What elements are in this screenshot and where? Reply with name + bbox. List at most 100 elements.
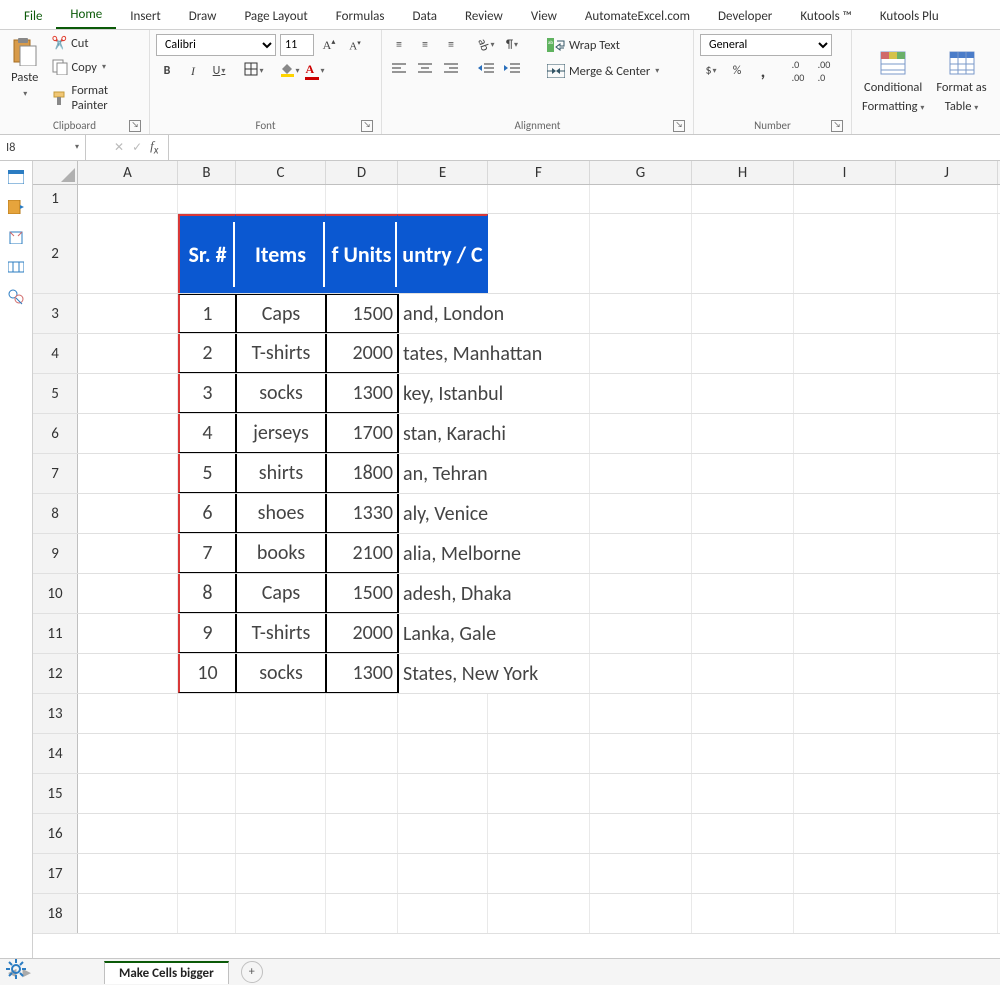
cell-E5[interactable]: key, Istanbul bbox=[398, 374, 488, 413]
cell-H3[interactable] bbox=[692, 294, 794, 333]
cell-B4[interactable]: 2 bbox=[178, 334, 236, 373]
align-right-button[interactable] bbox=[440, 60, 462, 82]
cell-D11[interactable]: 2000 bbox=[326, 614, 398, 653]
cell-D12[interactable]: 1300 bbox=[326, 654, 398, 693]
col-header-F[interactable]: F bbox=[488, 161, 590, 184]
cell-F15[interactable] bbox=[488, 774, 590, 813]
row-header-1[interactable]: 1 bbox=[33, 185, 78, 213]
cell-A10[interactable] bbox=[78, 574, 178, 613]
cell-C1[interactable] bbox=[236, 185, 326, 213]
dialog-launcher-icon[interactable]: ↘ bbox=[673, 120, 685, 132]
cell-I11[interactable] bbox=[794, 614, 896, 653]
cell-I2[interactable] bbox=[794, 214, 896, 293]
cell-J12[interactable] bbox=[896, 654, 998, 693]
cell-D6[interactable]: 1700 bbox=[326, 414, 398, 453]
row-header-15[interactable]: 15 bbox=[33, 774, 78, 813]
cell-C4[interactable]: T-shirts bbox=[236, 334, 326, 373]
util-icon-5[interactable] bbox=[7, 289, 25, 305]
tab-home[interactable]: Home bbox=[56, 1, 116, 29]
dialog-launcher-icon[interactable]: ↘ bbox=[361, 120, 373, 132]
col-header-G[interactable]: G bbox=[590, 161, 692, 184]
cell-F16[interactable] bbox=[488, 814, 590, 853]
align-bottom-button[interactable]: ≡ bbox=[440, 34, 462, 56]
row-header-17[interactable]: 17 bbox=[33, 854, 78, 893]
row-header-5[interactable]: 5 bbox=[33, 374, 78, 413]
cell-H6[interactable] bbox=[692, 414, 794, 453]
cell-B13[interactable] bbox=[178, 694, 236, 733]
cell-G1[interactable] bbox=[590, 185, 692, 213]
tab-file[interactable]: File bbox=[10, 3, 56, 29]
cell-J14[interactable] bbox=[896, 734, 998, 773]
cell-E2[interactable]: untry / C bbox=[398, 214, 488, 293]
cell-B8[interactable]: 6 bbox=[178, 494, 236, 533]
cell-J5[interactable] bbox=[896, 374, 998, 413]
cell-B1[interactable] bbox=[178, 185, 236, 213]
cell-C2[interactable]: Items bbox=[236, 214, 326, 293]
cell-J4[interactable] bbox=[896, 334, 998, 373]
cell-A5[interactable] bbox=[78, 374, 178, 413]
cell-D2[interactable]: f Units bbox=[326, 214, 398, 293]
util-icon-1[interactable] bbox=[7, 169, 25, 185]
cell-G15[interactable] bbox=[590, 774, 692, 813]
cell-A17[interactable] bbox=[78, 854, 178, 893]
enter-formula-icon[interactable]: ✓ bbox=[132, 140, 142, 155]
cell-J1[interactable] bbox=[896, 185, 998, 213]
cell-A18[interactable] bbox=[78, 894, 178, 933]
cell-H7[interactable] bbox=[692, 454, 794, 493]
cell-J18[interactable] bbox=[896, 894, 998, 933]
cell-G5[interactable] bbox=[590, 374, 692, 413]
cell-H16[interactable] bbox=[692, 814, 794, 853]
cell-F8[interactable] bbox=[488, 494, 590, 533]
cell-A2[interactable] bbox=[78, 214, 178, 293]
cell-I7[interactable] bbox=[794, 454, 896, 493]
font-color-button[interactable]: A▾ bbox=[304, 60, 326, 82]
util-icon-3[interactable] bbox=[7, 229, 25, 245]
cell-G3[interactable] bbox=[590, 294, 692, 333]
cut-button[interactable]: ✂️Cut bbox=[48, 34, 143, 53]
number-format-select[interactable]: General bbox=[700, 34, 832, 56]
cell-G13[interactable] bbox=[590, 694, 692, 733]
cell-B15[interactable] bbox=[178, 774, 236, 813]
cell-I10[interactable] bbox=[794, 574, 896, 613]
borders-button[interactable]: ▾ bbox=[243, 60, 265, 82]
dialog-launcher-icon[interactable]: ↘ bbox=[831, 120, 843, 132]
cell-I4[interactable] bbox=[794, 334, 896, 373]
cell-H15[interactable] bbox=[692, 774, 794, 813]
cell-G9[interactable] bbox=[590, 534, 692, 573]
cell-B17[interactable] bbox=[178, 854, 236, 893]
cell-G10[interactable] bbox=[590, 574, 692, 613]
cell-D10[interactable]: 1500 bbox=[326, 574, 398, 613]
cell-B2[interactable]: Sr. # bbox=[178, 214, 236, 293]
util-icon-2[interactable] bbox=[7, 199, 25, 215]
cell-F13[interactable] bbox=[488, 694, 590, 733]
col-header-C[interactable]: C bbox=[236, 161, 326, 184]
col-header-E[interactable]: E bbox=[398, 161, 488, 184]
cell-C8[interactable]: shoes bbox=[236, 494, 326, 533]
tab-automate[interactable]: AutomateExcel.com bbox=[571, 3, 704, 29]
tab-insert[interactable]: Insert bbox=[116, 3, 175, 29]
cell-H11[interactable] bbox=[692, 614, 794, 653]
font-size-input[interactable] bbox=[280, 34, 314, 56]
cell-B7[interactable]: 5 bbox=[178, 454, 236, 493]
cell-E18[interactable] bbox=[398, 894, 488, 933]
cell-C13[interactable] bbox=[236, 694, 326, 733]
cell-E9[interactable]: alia, Melborne bbox=[398, 534, 488, 573]
row-header-10[interactable]: 10 bbox=[33, 574, 78, 613]
col-header-A[interactable]: A bbox=[78, 161, 178, 184]
cell-D3[interactable]: 1500 bbox=[326, 294, 398, 333]
dialog-launcher-icon[interactable]: ↘ bbox=[129, 120, 141, 132]
cell-F4[interactable] bbox=[488, 334, 590, 373]
cell-D15[interactable] bbox=[326, 774, 398, 813]
row-header-16[interactable]: 16 bbox=[33, 814, 78, 853]
name-box[interactable]: I8▾ bbox=[0, 135, 86, 161]
cell-G14[interactable] bbox=[590, 734, 692, 773]
cell-I9[interactable] bbox=[794, 534, 896, 573]
cell-F3[interactable] bbox=[488, 294, 590, 333]
cell-B11[interactable]: 9 bbox=[178, 614, 236, 653]
row-header-13[interactable]: 13 bbox=[33, 694, 78, 733]
cell-B10[interactable]: 8 bbox=[178, 574, 236, 613]
cell-G7[interactable] bbox=[590, 454, 692, 493]
spreadsheet-grid[interactable]: ABCDEFGHIJ 12Sr. #Itemsf Unitsuntry / C3… bbox=[33, 161, 1000, 958]
cell-F6[interactable] bbox=[488, 414, 590, 453]
increase-font-button[interactable]: A▴ bbox=[318, 34, 340, 56]
